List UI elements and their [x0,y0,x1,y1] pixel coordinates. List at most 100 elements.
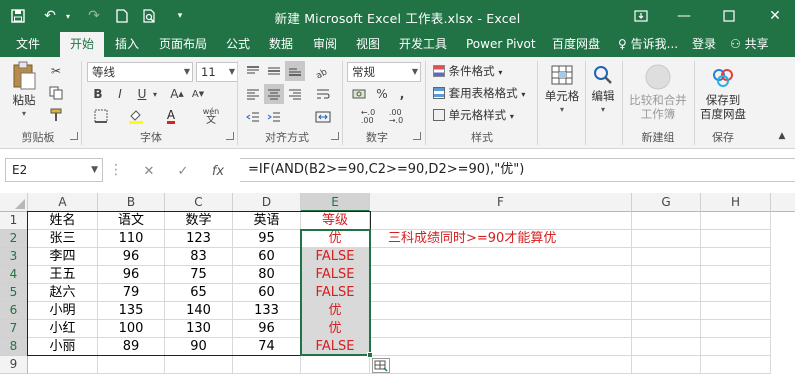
cell-c7[interactable]: 130 [165,320,233,338]
cell-b6[interactable]: 135 [98,302,165,320]
cell-h5[interactable] [701,284,771,302]
cell-h1[interactable] [701,212,771,230]
cell-g3[interactable] [632,248,701,266]
cell-g4[interactable] [632,266,701,284]
close-icon[interactable]: ✕ [764,6,786,26]
cancel-icon[interactable]: ✕ [140,162,158,180]
select-all-corner[interactable] [0,193,28,212]
wrap-text-icon[interactable] [310,84,336,104]
row-header-6[interactable]: 6 [0,302,28,320]
editing-button[interactable]: 编辑 ▾ [588,63,618,117]
number-launcher-icon[interactable] [413,132,421,140]
cell-g5[interactable] [632,284,701,302]
cell-b9[interactable] [98,356,165,374]
row-header-2[interactable]: 2 [0,230,28,248]
fill-color-icon[interactable] [125,107,147,125]
tab-review[interactable]: 审阅 [313,32,337,57]
row-header-8[interactable]: 8 [0,338,28,356]
cell-e6[interactable]: 优 [301,302,370,320]
merge-center-icon[interactable] [310,107,336,127]
tab-file[interactable]: 文件 [16,32,40,57]
comma-style-button[interactable]: , [393,85,411,103]
tab-view[interactable]: 视图 [356,32,380,57]
cell-c1[interactable]: 数学 [165,212,233,230]
cells-button[interactable]: 单元格 ▾ [541,63,583,117]
cell-f9[interactable] [370,356,632,374]
increase-indent-icon[interactable] [264,107,284,127]
align-center-icon[interactable] [264,84,284,104]
font-color-icon[interactable]: A [160,107,182,125]
cell-b3[interactable]: 96 [98,248,165,266]
cell-b1[interactable]: 语文 [98,212,165,230]
cell-a6[interactable]: 小明 [28,302,98,320]
tell-me-search[interactable]: ♀ 告诉我... [618,32,678,57]
cell-b8[interactable]: 89 [98,338,165,356]
cell-h3[interactable] [701,248,771,266]
format-as-table-button[interactable]: 套用表格格式 ▾ [433,85,525,101]
cell-d1[interactable]: 英语 [233,212,301,230]
conditional-formatting-button[interactable]: 条件格式 ▾ [433,63,502,79]
cell-a8[interactable]: 小丽 [28,338,98,356]
cell-b7[interactable]: 100 [98,320,165,338]
cell-e7[interactable]: 优 [301,320,370,338]
cell-a7[interactable]: 小红 [28,320,98,338]
cell-d8[interactable]: 74 [233,338,301,356]
column-header-d[interactable]: D [233,193,301,212]
cell-e1[interactable]: 等级 [301,212,370,230]
tab-baidu-netdisk[interactable]: 百度网盘 [552,32,600,57]
cell-d2[interactable]: 95 [233,230,301,248]
cell-d6[interactable]: 133 [233,302,301,320]
orientation-icon[interactable]: ab [310,61,336,81]
insert-function-icon[interactable]: fx [208,162,228,180]
cell-b5[interactable]: 79 [98,284,165,302]
cell-e3[interactable]: FALSE [301,248,370,266]
align-middle-icon[interactable] [264,61,284,81]
cell-e2[interactable]: 优 [301,230,370,248]
ribbon-display-options-icon[interactable] [630,6,652,26]
number-format-select[interactable]: 常规 ▼ [347,62,421,82]
cell-b4[interactable]: 96 [98,266,165,284]
cell-styles-button[interactable]: 单元格样式 ▾ [433,107,514,123]
underline-button[interactable]: U [134,85,150,103]
cell-h6[interactable] [701,302,771,320]
cell-c6[interactable]: 140 [165,302,233,320]
cell-c8[interactable]: 90 [165,338,233,356]
cell-d7[interactable]: 96 [233,320,301,338]
tab-home[interactable]: 开始 [60,32,104,57]
cell-g1[interactable] [632,212,701,230]
column-header-g[interactable]: G [632,193,701,212]
save-to-baidu-button[interactable]: 保存到 百度网盘 [698,63,748,121]
resize-handle-icon[interactable]: ⋮ [109,162,123,178]
cell-a2[interactable]: 张三 [28,230,98,248]
column-header-f[interactable]: F [370,193,632,212]
cell-a4[interactable]: 王五 [28,266,98,284]
column-header-c[interactable]: C [165,193,233,212]
cell-c3[interactable]: 83 [165,248,233,266]
cell-f3[interactable] [370,248,632,266]
cell-h4[interactable] [701,266,771,284]
compare-merge-button[interactable]: 比较和合并 工作簿 [626,63,690,121]
font-size-select[interactable]: 11 ▼ [196,62,238,82]
cell-a9[interactable] [28,356,98,374]
cell-d3[interactable]: 60 [233,248,301,266]
name-box[interactable]: E2 ▼ [5,158,103,182]
cell-a1[interactable]: 姓名 [28,212,98,230]
tab-formulas[interactable]: 公式 [226,32,250,57]
tab-page-layout[interactable]: 页面布局 [159,32,207,57]
underline-dropdown-icon[interactable]: ▾ [150,85,160,103]
cell-b2[interactable]: 110 [98,230,165,248]
collapse-ribbon-icon[interactable]: ▲ [775,129,789,143]
cell-e5[interactable]: FALSE [301,284,370,302]
cell-h8[interactable] [701,338,771,356]
quick-analysis-icon[interactable] [372,358,390,373]
cell-e9[interactable] [301,356,370,374]
decrease-indent-icon[interactable] [243,107,263,127]
bold-button[interactable]: B [90,85,106,103]
cell-g2[interactable] [632,230,701,248]
row-header-7[interactable]: 7 [0,320,28,338]
copy-icon[interactable] [47,84,65,102]
decrease-decimal-icon[interactable]: .00 →.0 [384,107,408,127]
cell-c4[interactable]: 75 [165,266,233,284]
cell-a3[interactable]: 李四 [28,248,98,266]
column-header-b[interactable]: B [98,193,165,212]
